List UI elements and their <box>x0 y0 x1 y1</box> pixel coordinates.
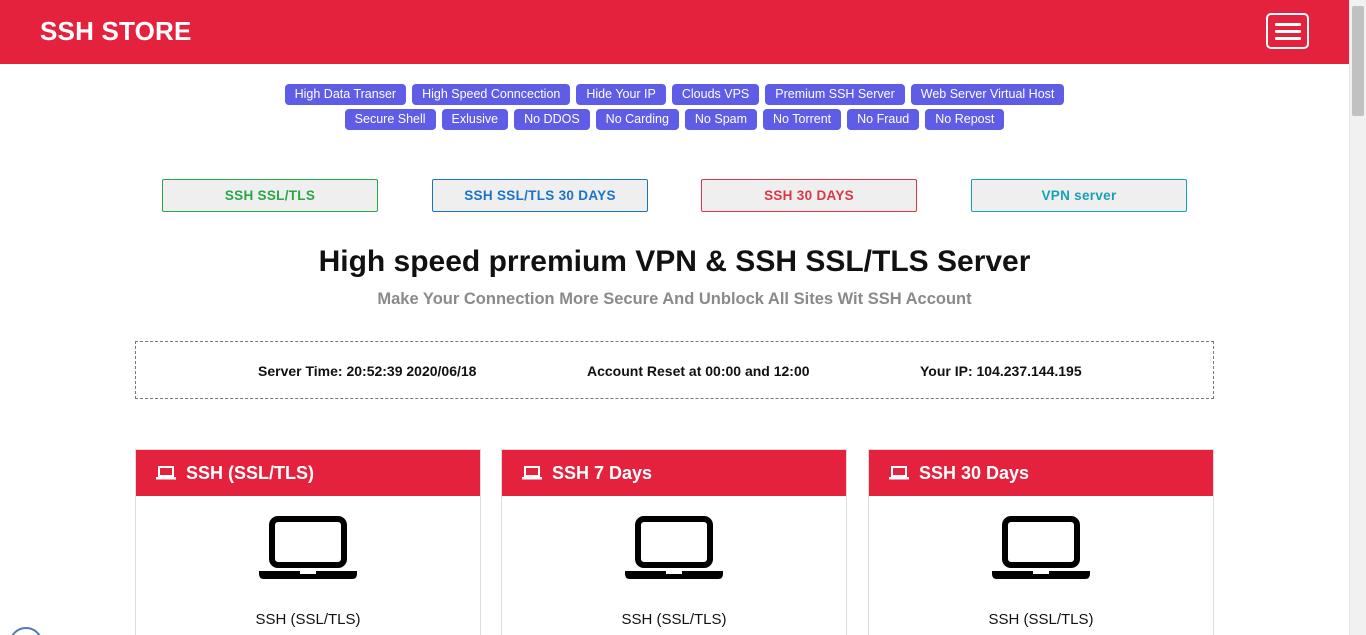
feature-tag: Hide Your IP <box>576 84 666 105</box>
ssh-7-days-card: SSH 7 Days SSH (SSL/TLS) <box>501 449 847 635</box>
feature-tags-row-1: High Data Transer High Speed Conncection… <box>0 84 1349 105</box>
laptop-icon <box>522 466 542 480</box>
card-label: SSH (SSL/TLS) <box>621 611 727 628</box>
feature-tag: No Fraud <box>847 109 920 130</box>
vpn-server-button[interactable]: VPN server <box>971 179 1187 212</box>
menu-bar <box>1274 29 1301 33</box>
scrollbar-thumb[interactable] <box>1352 6 1364 116</box>
page-scrollbar[interactable] <box>1349 0 1366 635</box>
feature-tag: Exlusive <box>441 109 509 130</box>
laptop-icon <box>259 516 357 579</box>
your-ip: Your IP: 104.237.144.195 <box>920 363 1082 379</box>
ssh-30-days-card: SSH 30 Days SSH (SSL/TLS) <box>868 449 1214 635</box>
card-label: SSH (SSL/TLS) <box>988 611 1094 628</box>
menu-bar <box>1274 36 1301 40</box>
feature-tag: Web Server Virtual Host <box>910 84 1065 105</box>
card-title: SSH (SSL/TLS) <box>186 462 315 483</box>
hamburger-menu-icon[interactable] <box>1266 13 1309 49</box>
card-header: SSH 7 Days <box>502 450 846 496</box>
feature-tag: No Torrent <box>763 109 842 130</box>
feature-tag: No DDOS <box>514 109 590 130</box>
server-time: Server Time: 20:52:39 2020/06/18 <box>258 363 477 379</box>
feature-tags-row-2: Secure Shell Exlusive No DDOS No Carding… <box>0 109 1349 130</box>
card-title: SSH 30 Days <box>919 462 1030 483</box>
top-navbar: SSH STORE <box>0 0 1349 64</box>
card-label: SSH (SSL/TLS) <box>255 611 361 628</box>
laptop-icon <box>625 516 723 579</box>
floating-chat-button[interactable] <box>9 627 43 635</box>
server-info-box: Server Time: 20:52:39 2020/06/18 Account… <box>135 341 1214 399</box>
brand-logo-text[interactable]: SSH STORE <box>40 16 192 47</box>
card-title: SSH 7 Days <box>552 462 653 483</box>
ssh-30-days-button[interactable]: SSH 30 DAYS <box>701 179 917 212</box>
ssh-ssl-tls-30-days-button[interactable]: SSH SSL/TLS 30 DAYS <box>432 179 648 212</box>
page-subtitle: Make Your Connection More Secure And Unb… <box>377 290 972 308</box>
feature-tag: High Data Transer <box>284 84 407 105</box>
feature-tag: Clouds VPS <box>671 84 760 105</box>
feature-tag: No Repost <box>925 109 1005 130</box>
card-header: SSH 30 Days <box>869 450 1213 496</box>
feature-tag: No Spam <box>684 109 758 130</box>
page-title: High speed prremium VPN & SSH SSL/TLS Se… <box>318 245 1031 278</box>
feature-tag: High Speed Conncection <box>412 84 571 105</box>
ssh-ssl-tls-button[interactable]: SSH SSL/TLS <box>162 179 378 212</box>
laptop-icon <box>156 466 176 480</box>
menu-bar <box>1274 22 1301 26</box>
feature-tag: No Carding <box>595 109 679 130</box>
feature-tag: Secure Shell <box>344 109 436 130</box>
ssh-ssl-tls-card: SSH (SSL/TLS) SSH (SSL/TLS) <box>135 449 481 635</box>
laptop-icon <box>889 466 909 480</box>
card-header: SSH (SSL/TLS) <box>136 450 480 496</box>
laptop-icon <box>992 516 1090 579</box>
account-reset-info: Account Reset at 00:00 and 12:00 <box>587 363 810 379</box>
feature-tag: Premium SSH Server <box>765 84 905 105</box>
